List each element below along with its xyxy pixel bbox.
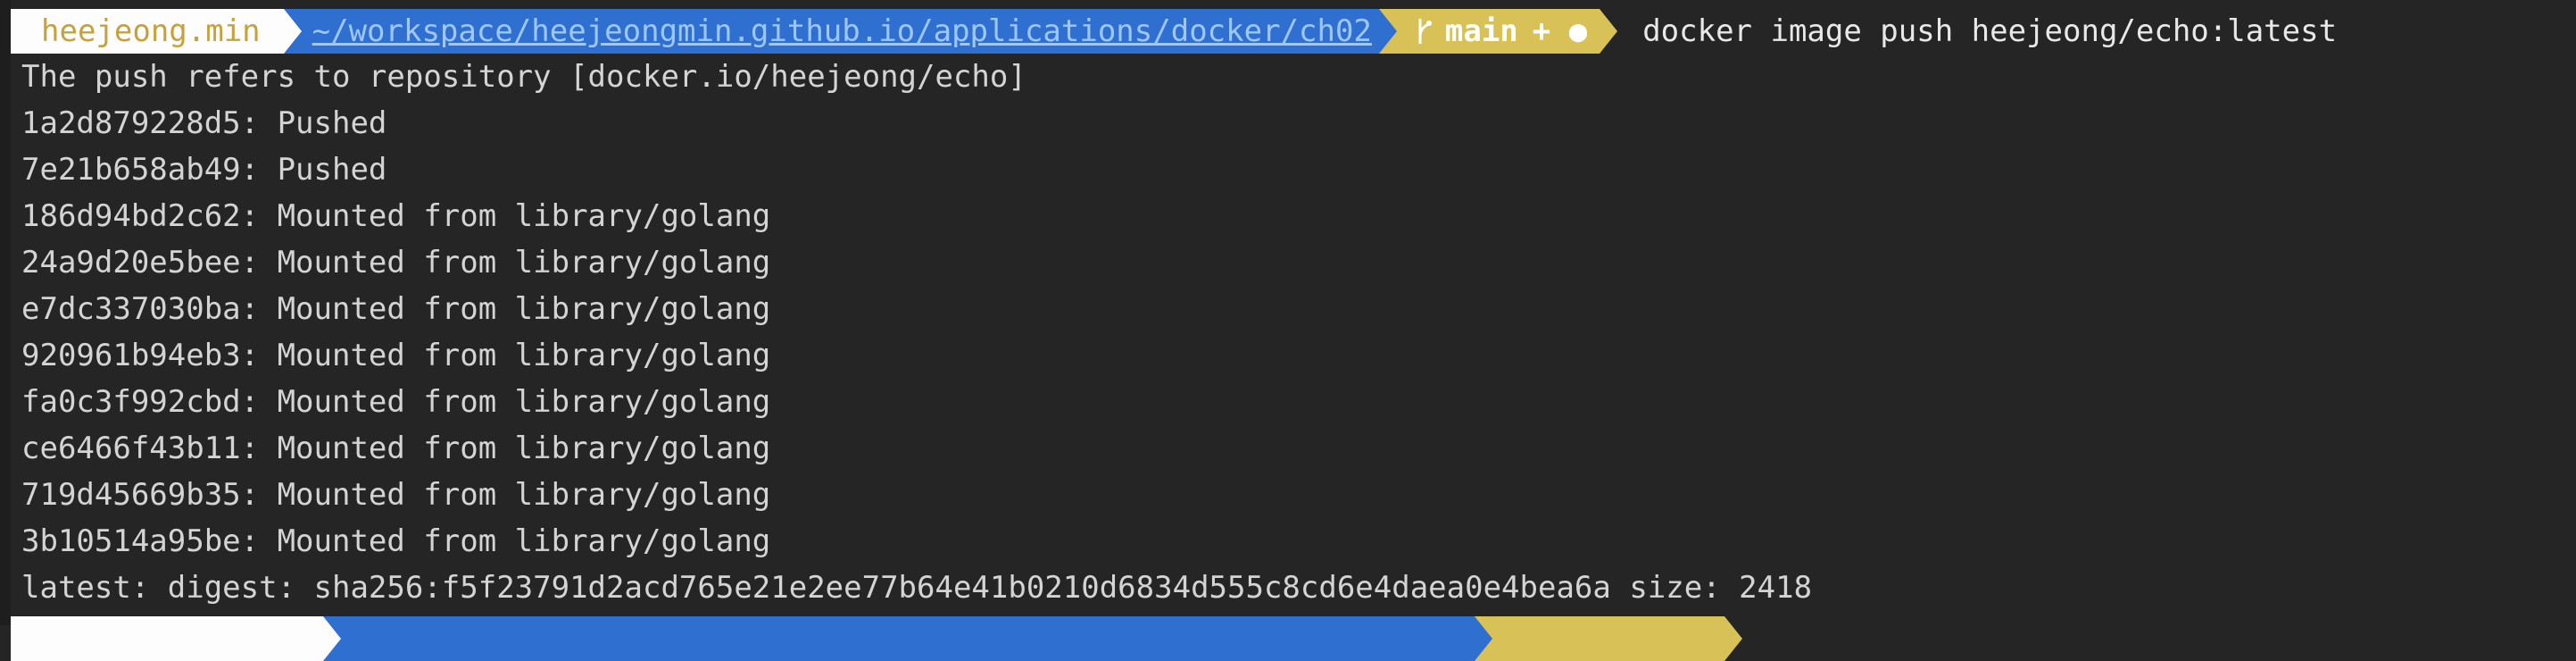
prompt-branch: main [1444,13,1518,49]
prompt-git-segment [1475,616,1742,661]
output-line: fa0c3f992cbd: Mounted from library/golan… [21,384,771,420]
segment-separator-icon [283,9,302,54]
prompt-user-segment [11,616,341,661]
shell-prompt: heejeong.min ~/workspace/heejeongmin.git… [11,9,2337,54]
segment-separator-icon [1724,616,1742,661]
prompt-command: docker image push heejeong/echo:latest [1642,13,2338,49]
next-shell-prompt [11,616,1742,661]
output-line: 7e21b658ab49: Pushed [21,152,387,188]
prompt-git-segment: main + ● [1378,9,1618,54]
segment-separator-icon [1475,616,1492,661]
prompt-path-link[interactable]: ~/workspace/heejeongmin.github.io/applic… [312,13,1372,49]
output-line: 920961b94eb3: Mounted from library/golan… [21,338,771,373]
segment-separator-icon [1600,9,1618,54]
output-line: 186d94bd2c62: Mounted from library/golan… [21,198,771,234]
prompt-user-segment: heejeong.min [11,9,302,54]
git-branch-icon [1418,19,1432,44]
output-line: The push refers to repository [docker.io… [21,59,1026,95]
segment-separator-icon [323,616,341,661]
output-line: latest: digest: sha256:f5f23791d2acd765e… [21,570,1813,606]
prompt-user: heejeong.min [41,13,261,49]
output-line: e7dc337030ba: Mounted from library/golan… [21,291,771,327]
segment-separator-icon [1378,9,1397,54]
output-line: 719d45669b35: Mounted from library/golan… [21,477,771,513]
prompt-path-segment: ~/workspace/heejeongmin.github.io/applic… [283,9,1397,54]
terminal-output: The push refers to repository [docker.io… [21,54,1812,611]
window-edge [0,0,11,625]
output-line: ce6466f43b11: Mounted from library/golan… [21,431,771,466]
output-line: 24a9d20e5bee: Mounted from library/golan… [21,245,771,280]
prompt-path-segment [323,616,1492,661]
output-line: 3b10514a95be: Mounted from library/golan… [21,523,771,559]
prompt-git-status: + ● [1532,13,1588,49]
output-line: 1a2d879228d5: Pushed [21,105,387,141]
